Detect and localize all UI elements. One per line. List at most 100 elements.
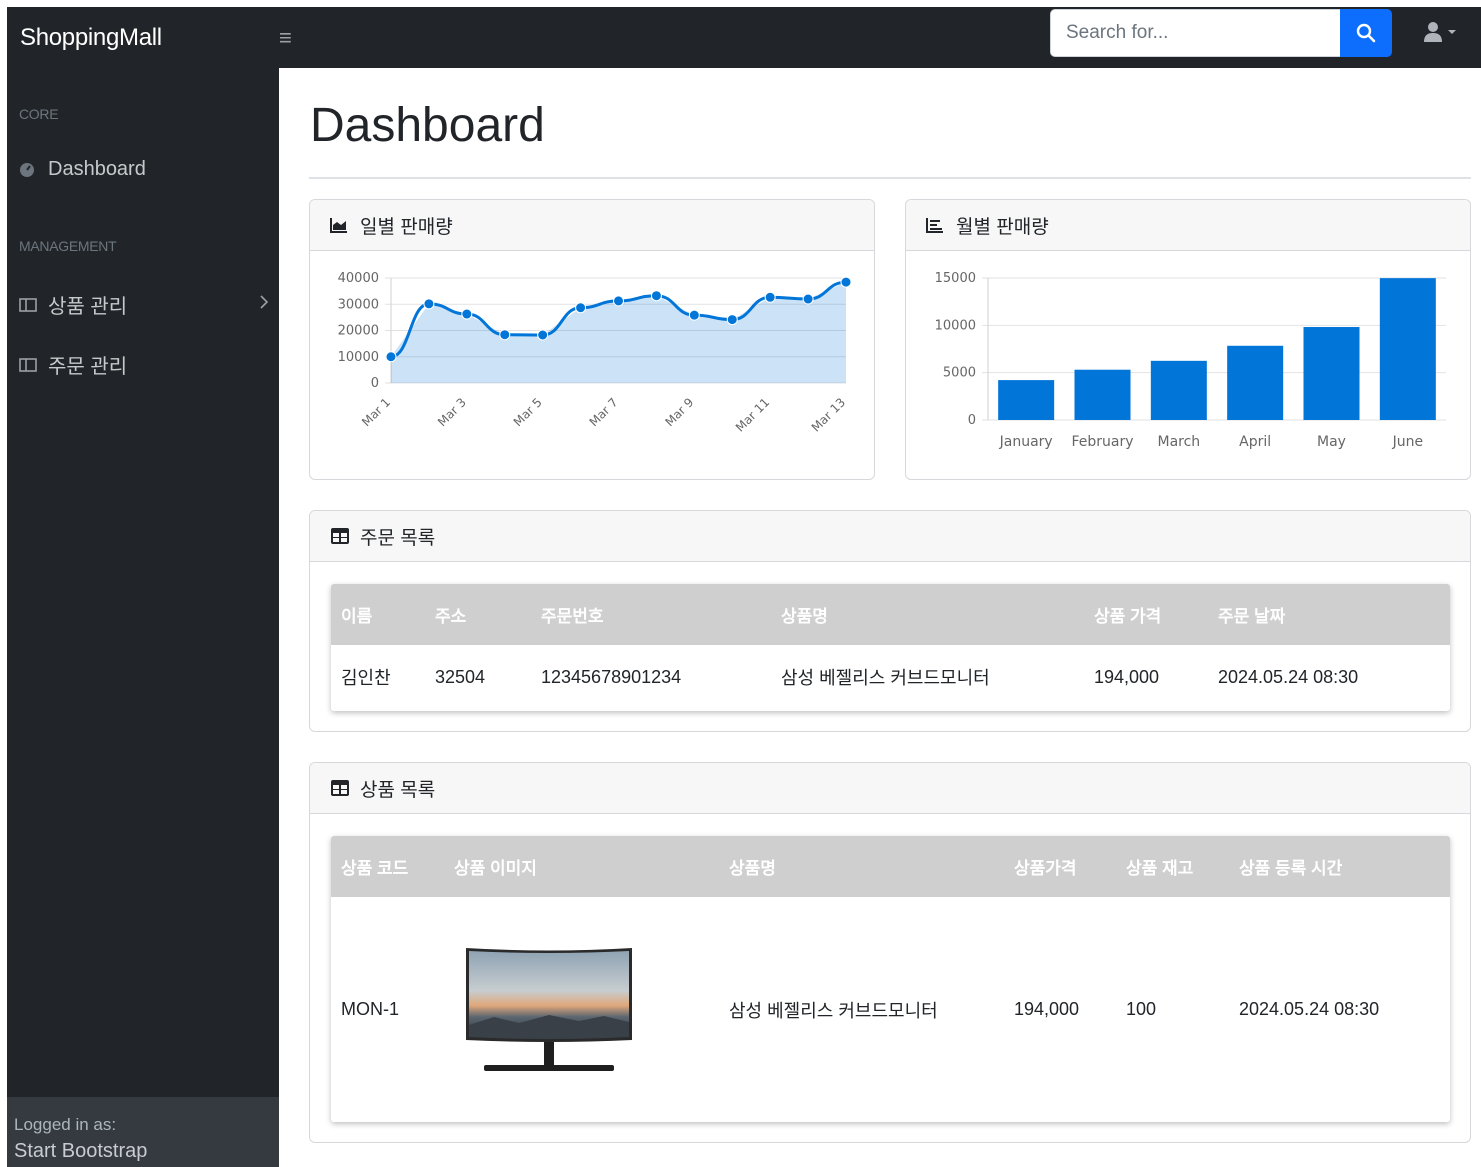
- table-icon: [330, 778, 350, 798]
- sidebar: CORE Dashboard MANAGEMENT 상품 관리 주문 관리 Lo…: [7, 68, 279, 1167]
- orders-table: 이름 주소 주문번호 상품명 상품 가격 주문 날짜 김인찬 32504 123…: [331, 584, 1450, 709]
- data-point: [688, 309, 700, 321]
- table-icon: [330, 526, 350, 546]
- data-point: [764, 291, 776, 303]
- table-header-row: 이름 주소 주문번호 상품명 상품 가격 주문 날짜: [331, 584, 1450, 645]
- column-header[interactable]: 주소: [425, 584, 531, 645]
- card-header: 월별 판매량: [906, 200, 1470, 251]
- columns-icon: [19, 354, 41, 376]
- search-input[interactable]: [1050, 9, 1340, 57]
- product-code: MON-1: [341, 999, 399, 1019]
- logged-in-label: Logged in as:: [14, 1115, 117, 1134]
- y-tick-label: 20000: [338, 324, 379, 339]
- column-header[interactable]: 상품 이미지: [444, 836, 719, 897]
- x-tick-label: May: [1317, 434, 1346, 450]
- x-tick-label: March: [1157, 434, 1200, 450]
- order-number: 12345678901234: [541, 666, 682, 687]
- y-tick-label: 10000: [935, 318, 976, 333]
- y-tick-label: 15000: [935, 271, 976, 286]
- x-tick-label: February: [1071, 434, 1133, 450]
- daily-sales-card: 일별 판매량 0 10000 20000 30000 40000 Mar 1 Mar 3 Ma…: [309, 199, 875, 480]
- sidebar-footer: Logged in as: Start Bootstrap: [7, 1097, 279, 1167]
- data-point: [575, 302, 587, 314]
- table-header-row: 상품 코드 상품 이미지 상품명 상품가격 상품 재고 상품 등록 시간: [331, 836, 1450, 897]
- user-icon: [1424, 22, 1442, 42]
- card-header: 상품 목록: [310, 763, 1470, 814]
- data-point: [650, 290, 662, 302]
- column-header[interactable]: 이름: [331, 584, 425, 645]
- y-tick-label: 0: [371, 376, 379, 391]
- title-divider: [309, 177, 1471, 179]
- column-header[interactable]: 상품 가격: [1084, 584, 1208, 645]
- data-point: [613, 295, 624, 307]
- product-registered-time: 2024.05.24 08:30: [1239, 999, 1380, 1019]
- product-price: 194,000: [1014, 999, 1080, 1019]
- order-date: 2024.05.24 08:30: [1218, 666, 1359, 687]
- card-header: 일별 판매량: [310, 200, 874, 251]
- product-image-cell: [444, 897, 719, 1122]
- column-header[interactable]: 상품 재고: [1116, 836, 1229, 897]
- data-point: [537, 329, 549, 341]
- bar: [1303, 327, 1360, 420]
- x-tick-label: Mar 11: [733, 395, 772, 434]
- table-row[interactable]: 김인찬 32504 12345678901234 삼성 베젤리스 커브드모니터 …: [331, 645, 1450, 709]
- monthly-sales-card: 월별 판매량 0 5000 10000 15000 January February Mar…: [905, 199, 1471, 480]
- bar: [1379, 278, 1436, 420]
- area-chart-icon: [330, 215, 350, 235]
- monitor-image[interactable]: [464, 945, 634, 1075]
- x-tick-label: Mar 7: [587, 395, 621, 429]
- x-tick-label: Mar 5: [511, 395, 545, 429]
- products-table: 상품 코드 상품 이미지 상품명 상품가격 상품 재고 상품 등록 시간 MON…: [331, 836, 1450, 1122]
- data-point: [499, 329, 511, 341]
- column-header[interactable]: 상품 등록 시간: [1229, 836, 1450, 897]
- x-tick-label: Mar 3: [435, 395, 469, 429]
- sidebar-heading-core: CORE: [19, 106, 59, 122]
- data-point: [385, 351, 397, 363]
- sidebar-item-product-management[interactable]: 상품 관리: [19, 290, 269, 319]
- y-tick-label: 0: [968, 413, 976, 428]
- sidebar-item-order-management[interactable]: 주문 관리: [19, 350, 269, 379]
- sidebar-item-dashboard[interactable]: Dashboard: [19, 158, 269, 181]
- x-tick-label: Mar 1: [359, 395, 393, 429]
- data-point: [423, 298, 435, 310]
- card-title: 일별 판매량: [360, 216, 453, 238]
- column-header[interactable]: 상품명: [771, 584, 1084, 645]
- tachometer-icon: [19, 159, 41, 181]
- sidebar-item-label: Dashboard: [48, 158, 146, 180]
- bar-chart-icon: [926, 215, 946, 235]
- search-button[interactable]: [1340, 9, 1392, 57]
- caret-down-icon: [1448, 30, 1456, 34]
- page-title: Dashboard: [310, 99, 545, 152]
- column-header[interactable]: 상품 코드: [331, 836, 444, 897]
- top-navbar: ShoppingMall ≡: [7, 7, 1481, 68]
- card-header: 주문 목록: [310, 511, 1470, 562]
- order-name: 김인찬: [341, 668, 391, 688]
- product-name: 삼성 베젤리스 커브드모니터: [729, 1000, 938, 1021]
- bar: [1074, 369, 1131, 420]
- column-header[interactable]: 주문번호: [531, 584, 771, 645]
- sidebar-toggle-icon[interactable]: ≡: [279, 25, 292, 51]
- column-header[interactable]: 상품명: [719, 836, 1004, 897]
- y-tick-label: 40000: [338, 271, 379, 286]
- products-table-wrapper: 상품 코드 상품 이미지 상품명 상품가격 상품 재고 상품 등록 시간 MON…: [331, 836, 1450, 1122]
- data-point: [840, 276, 852, 288]
- y-tick-label: 30000: [338, 297, 379, 312]
- column-header[interactable]: 상품가격: [1004, 836, 1116, 897]
- search-icon: [1356, 23, 1376, 43]
- x-tick-label: Mar 9: [662, 395, 696, 429]
- product-stock: 100: [1126, 999, 1157, 1019]
- brand-logo[interactable]: ShoppingMall: [7, 24, 279, 52]
- orders-card: 주문 목록 이름 주소 주문번호 상품명 상품 가격 주문 날짜 김인찬 325…: [309, 510, 1471, 732]
- sidebar-heading-management: MANAGEMENT: [19, 238, 117, 254]
- table-row[interactable]: MON-1 삼성 베젤리스 커브드모니터 194,000 100 2024.05…: [331, 897, 1450, 1122]
- column-header[interactable]: 주문 날짜: [1208, 584, 1450, 645]
- x-tick-label: April: [1239, 434, 1271, 450]
- search-form: [1050, 9, 1392, 57]
- monthly-sales-bar-chart: 0 5000 10000 15000 January February March April…: [935, 271, 1446, 450]
- user-dropdown[interactable]: [1423, 21, 1457, 43]
- chevron-right-icon: [259, 294, 269, 315]
- sidebar-item-label: 상품 관리: [48, 296, 128, 318]
- data-point: [802, 293, 814, 305]
- bar: [1150, 360, 1207, 420]
- card-title: 월별 판매량: [956, 216, 1049, 238]
